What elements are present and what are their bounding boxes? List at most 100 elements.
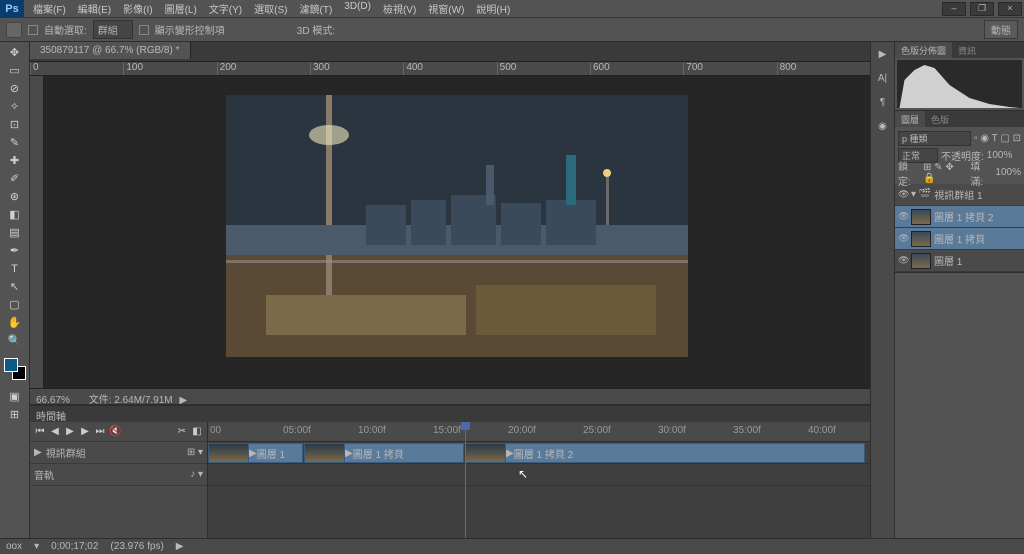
show-transform-label: 顯示變形控制項 [155,22,225,37]
status-time: 0;00;17;02 [51,541,98,552]
lock-label: 鎖定: [898,158,920,188]
clip-3[interactable]: ▶ 圖層 1 拷貝 2 [465,443,865,463]
tl-next-frame[interactable]: ▶ [79,426,91,438]
histogram-panel: 色版分佈圖 資訊 [895,42,1024,111]
audio-track[interactable] [208,464,870,486]
canvas-area[interactable] [44,76,870,388]
window-close[interactable]: × [998,2,1022,16]
shape-tool[interactable]: ▢ [3,296,27,314]
fill-value[interactable]: 100% [995,167,1021,178]
dock-para-icon[interactable]: ¶ [874,94,892,112]
workspace-button[interactable]: 動態 [984,20,1018,39]
video-track[interactable]: ▶ 圖層 1 ▶ 圖層 1 拷貝 ▶ 圖層 1 拷貝 2 [208,442,870,464]
tl-last-frame[interactable]: ⏭ [94,426,106,438]
healing-tool[interactable]: ✚ [3,152,27,170]
menu-image[interactable]: 影像(I) [118,0,157,18]
pen-tool[interactable]: ✒ [3,242,27,260]
window-restore[interactable]: ❐ [970,2,994,16]
menu-3d[interactable]: 3D(D) [339,0,376,18]
menu-edit[interactable]: 編輯(E) [73,0,116,18]
type-tool[interactable]: T [3,260,27,278]
gradient-tool[interactable]: ▤ [3,224,27,242]
layers-tab[interactable]: 圖層 [895,111,925,127]
status-fps: (23.976 fps) [110,541,163,552]
layer-thumb [911,209,931,225]
tl-play[interactable]: ▶ [64,426,76,438]
menu-layer[interactable]: 圖層(L) [160,0,202,18]
app-logo: Ps [0,0,24,18]
tools-panel: ✥ ▭ ⊘ ✧ ⊡ ✎ ✚ ✐ ⊛ ◧ ▤ ✒ T ↖ ▢ ✋ 🔍 ▣ ⊞ [0,42,30,554]
options-bar: 自動選取: 群組 顯示變形控制項 3D 模式: 動態 [0,18,1024,42]
marquee-tool[interactable]: ▭ [3,62,27,80]
histogram-tab[interactable]: 色版分佈圖 [895,42,952,58]
clip-1[interactable]: ▶ 圖層 1 [208,443,303,463]
layers-panel: 圖層 色版 p 種類 ▫ ◉ T ▢ ⊡ 正常 不透明度: 100% 鎖定: ⊞… [895,111,1024,273]
tl-split[interactable]: ✂ [176,426,188,438]
menu-filter[interactable]: 濾鏡(T) [295,0,338,18]
lasso-tool[interactable]: ⊘ [3,80,27,98]
track-audio-label[interactable]: 音軌 [34,467,54,482]
menu-view[interactable]: 檢視(V) [378,0,421,18]
auto-select-checkbox[interactable] [28,25,38,35]
eyedropper-tool[interactable]: ✎ [3,134,27,152]
tl-first-frame[interactable]: ⏮ [34,426,46,438]
timeline-tab[interactable]: 時間軸 [30,406,870,422]
layer-item-1[interactable]: 👁 圖層 1 拷貝 [895,228,1024,250]
zoom-tool[interactable]: 🔍 [3,332,27,350]
dock-char-icon[interactable]: A| [874,70,892,88]
wand-tool[interactable]: ✧ [3,98,27,116]
panel-dock: ▶ A| ¶ ◉ [870,42,894,554]
tl-prev-frame[interactable]: ◀ [49,426,61,438]
eye-icon[interactable]: 👁 [898,255,908,266]
menu-help[interactable]: 說明(H) [471,0,515,18]
crop-tool[interactable]: ⊡ [3,116,27,134]
stamp-tool[interactable]: ⊛ [3,188,27,206]
status-left: oox [6,541,22,552]
show-transform-checkbox[interactable] [139,25,149,35]
document-tabs: 350879117 @ 66.7% (RGB/8) * [30,42,870,62]
color-swatches[interactable] [4,358,26,380]
canvas-image [226,95,688,357]
layer-item-2[interactable]: 👁 圖層 1 [895,250,1024,272]
hand-tool[interactable]: ✋ [3,314,27,332]
window-minimize[interactable]: – [942,2,966,16]
layer-thumb [911,253,931,269]
dock-swatch-icon[interactable]: ◉ [874,118,892,136]
fill-label: 填滿: [970,158,992,188]
status-bar: oox ▾ 0;00;17;02 (23.976 fps) ▶ [0,538,1024,554]
eye-icon[interactable]: 👁 [898,233,908,244]
layer-thumb [911,231,931,247]
playhead[interactable] [465,422,466,554]
menu-window[interactable]: 視窗(W) [423,0,469,18]
move-tool[interactable]: ✥ [3,44,27,62]
channels-tab[interactable]: 色版 [925,111,955,127]
ruler-vertical [30,76,44,388]
timeline-ruler[interactable]: 00 05:00f 10:00f 15:00f 20:00f 25:00f 30… [208,422,870,442]
dock-play-icon[interactable]: ▶ [874,46,892,64]
track-video-label[interactable]: 視訊群組 [46,445,86,460]
clip-2[interactable]: ▶ 圖層 1 拷貝 [304,443,464,463]
eraser-tool[interactable]: ◧ [3,206,27,224]
doc-status-bar: 66.67% 文件: 2.64M/7.91M ▶ [30,388,870,404]
menu-select[interactable]: 選取(S) [249,0,292,18]
info-tab[interactable]: 資訊 [952,42,982,58]
auto-select-label: 自動選取: [44,22,87,37]
menu-file[interactable]: 檔案(F) [28,0,71,18]
tl-mute[interactable]: 🔇 [109,426,121,438]
timeline-panel: 時間軸 ⏮ ◀ ▶ ▶ ⏭ 🔇 ✂ ◧ ▶ [30,404,870,554]
tool-preset-icon[interactable] [6,22,22,38]
screenmode-tool[interactable]: ⊞ [3,406,27,424]
path-tool[interactable]: ↖ [3,278,27,296]
document-tab[interactable]: 350879117 @ 66.7% (RGB/8) * [30,42,191,59]
histogram-graph [897,60,1022,108]
main-menu: 檔案(F) 編輯(E) 影像(I) 圖層(L) 文字(Y) 選取(S) 濾鏡(T… [28,0,515,18]
menu-type[interactable]: 文字(Y) [204,0,247,18]
layer-kind[interactable]: p 種類 [898,131,971,146]
layer-item-0[interactable]: 👁 圖層 1 拷貝 2 [895,206,1024,228]
quickmask-tool[interactable]: ▣ [3,388,27,406]
eye-icon[interactable]: 👁 [898,211,908,222]
eye-icon[interactable]: 👁 [898,189,908,200]
tl-transition[interactable]: ◧ [191,426,203,438]
brush-tool[interactable]: ✐ [3,170,27,188]
auto-select-group[interactable]: 群組 [93,20,133,39]
